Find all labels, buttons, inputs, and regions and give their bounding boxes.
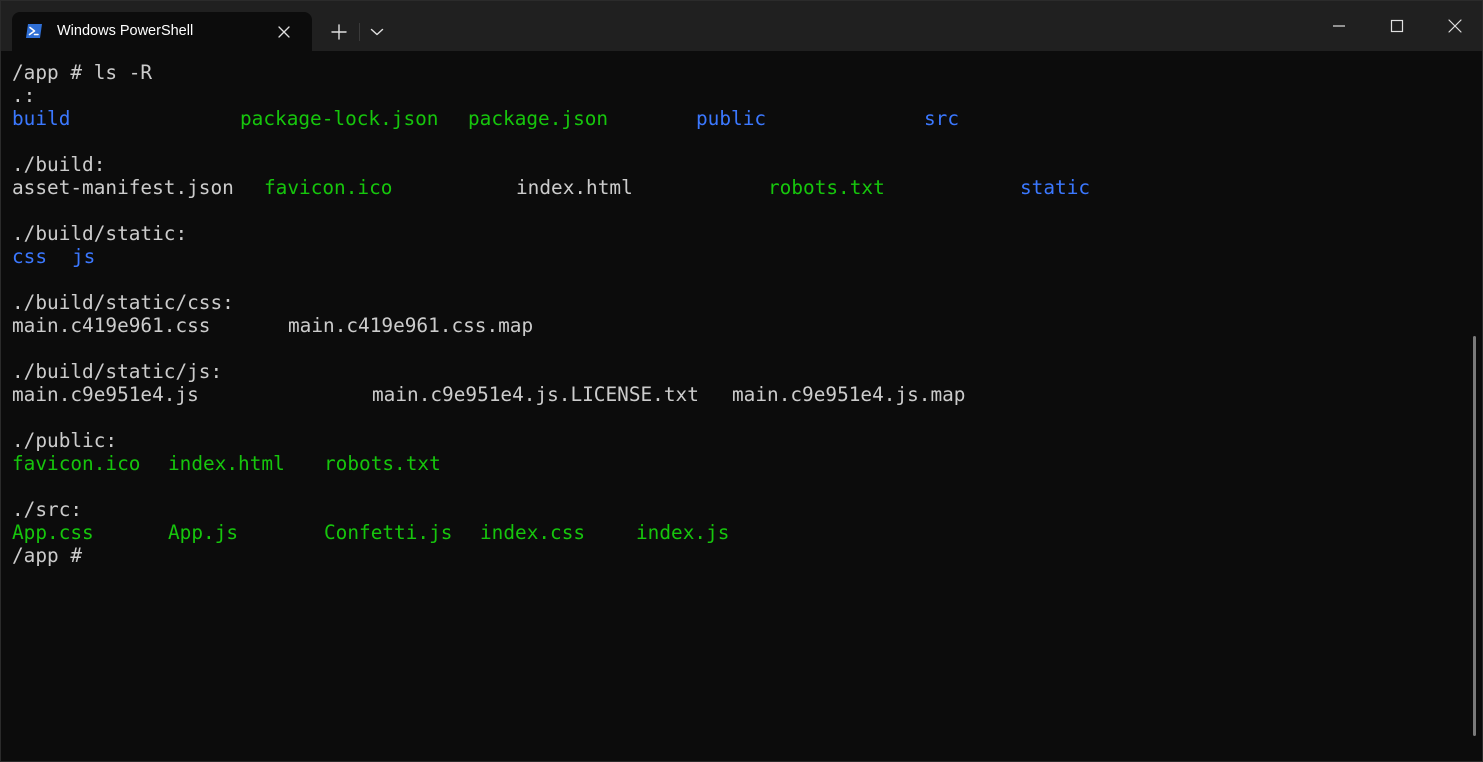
- list-item: css: [12, 245, 48, 268]
- dir-header: .:: [12, 84, 36, 107]
- list-item: js: [72, 245, 96, 268]
- list-item: index.js: [636, 521, 730, 544]
- tab-windows-powershell[interactable]: Windows PowerShell: [12, 12, 312, 51]
- list-item: robots.txt: [324, 452, 441, 475]
- close-icon[interactable]: [1426, 1, 1482, 51]
- chevron-down-icon[interactable]: [363, 17, 391, 47]
- build-listing: asset-manifest.json favicon.ico index.ht…: [12, 176, 1467, 199]
- dir-header: ./build:: [12, 153, 106, 176]
- dir-header: ./build/static:: [12, 222, 188, 245]
- dir-header: ./src:: [12, 498, 83, 521]
- command-text: /app # ls -R: [12, 61, 153, 84]
- static-listing: css js: [12, 245, 1467, 268]
- scrollbar-thumb[interactable]: [1473, 336, 1476, 736]
- tab-title: Windows PowerShell: [57, 23, 194, 39]
- build-header-line: ./build:: [12, 153, 1467, 176]
- src-header-line: ./src:: [12, 498, 1467, 521]
- maximize-icon[interactable]: [1368, 1, 1426, 51]
- prompt-text: /app #: [12, 544, 83, 567]
- plus-icon[interactable]: [323, 17, 355, 47]
- title-bar: Windows PowerShell: [1, 1, 1482, 51]
- list-item: package-lock.json: [240, 107, 439, 130]
- command-line: /app # ls -R: [12, 61, 1467, 84]
- list-item: build: [12, 107, 71, 130]
- list-item: package.json: [468, 107, 609, 130]
- src-listing: App.css App.js Confetti.js index.css ind…: [12, 521, 1467, 544]
- static-header-line: ./build/static:: [12, 222, 1467, 245]
- list-item: main.c9e951e4.js.map: [732, 383, 966, 406]
- public-header-line: ./public:: [12, 429, 1467, 452]
- powershell-icon: [25, 22, 43, 40]
- list-item: favicon.ico: [12, 452, 141, 475]
- dir-header: ./build/static/css:: [12, 291, 234, 314]
- list-item: asset-manifest.json: [12, 176, 234, 199]
- list-item: robots.txt: [768, 176, 885, 199]
- list-item: main.c419e961.css: [12, 314, 211, 337]
- root-header-line: .:: [12, 84, 1467, 107]
- prompt-line: /app #: [12, 544, 1467, 567]
- tab-divider: [359, 23, 360, 41]
- close-tab-icon[interactable]: [274, 22, 294, 42]
- list-item: favicon.ico: [264, 176, 393, 199]
- terminal-output[interactable]: /app # ls -R .: build package-lock.json …: [12, 61, 1467, 756]
- list-item: index.html: [516, 176, 633, 199]
- list-item: src: [924, 107, 960, 130]
- css-listing: main.c419e961.css main.c419e961.css.map: [12, 314, 1467, 337]
- minimize-icon[interactable]: [1310, 1, 1368, 51]
- terminal-window: Windows PowerShell /app # ls -R .: build…: [0, 0, 1483, 762]
- list-item: App.css: [12, 521, 94, 544]
- list-item: main.c9e951e4.js.LICENSE.txt: [372, 383, 699, 406]
- list-item: main.c419e961.css.map: [288, 314, 534, 337]
- list-item: main.c9e951e4.js: [12, 383, 199, 406]
- list-item: Confetti.js: [324, 521, 453, 544]
- dir-header: ./build/static/js:: [12, 360, 223, 383]
- public-listing: favicon.ico index.html robots.txt: [12, 452, 1467, 475]
- root-listing: build package-lock.json package.json pub…: [12, 107, 1467, 130]
- dir-header: ./public:: [12, 429, 118, 452]
- list-item: index.css: [480, 521, 586, 544]
- list-item: App.js: [168, 521, 239, 544]
- list-item: index.html: [168, 452, 285, 475]
- css-header-line: ./build/static/css:: [12, 291, 1467, 314]
- list-item: public: [696, 107, 767, 130]
- js-header-line: ./build/static/js:: [12, 360, 1467, 383]
- list-item: static: [1020, 176, 1091, 199]
- js-listing: main.c9e951e4.js main.c9e951e4.js.LICENS…: [12, 383, 1467, 406]
